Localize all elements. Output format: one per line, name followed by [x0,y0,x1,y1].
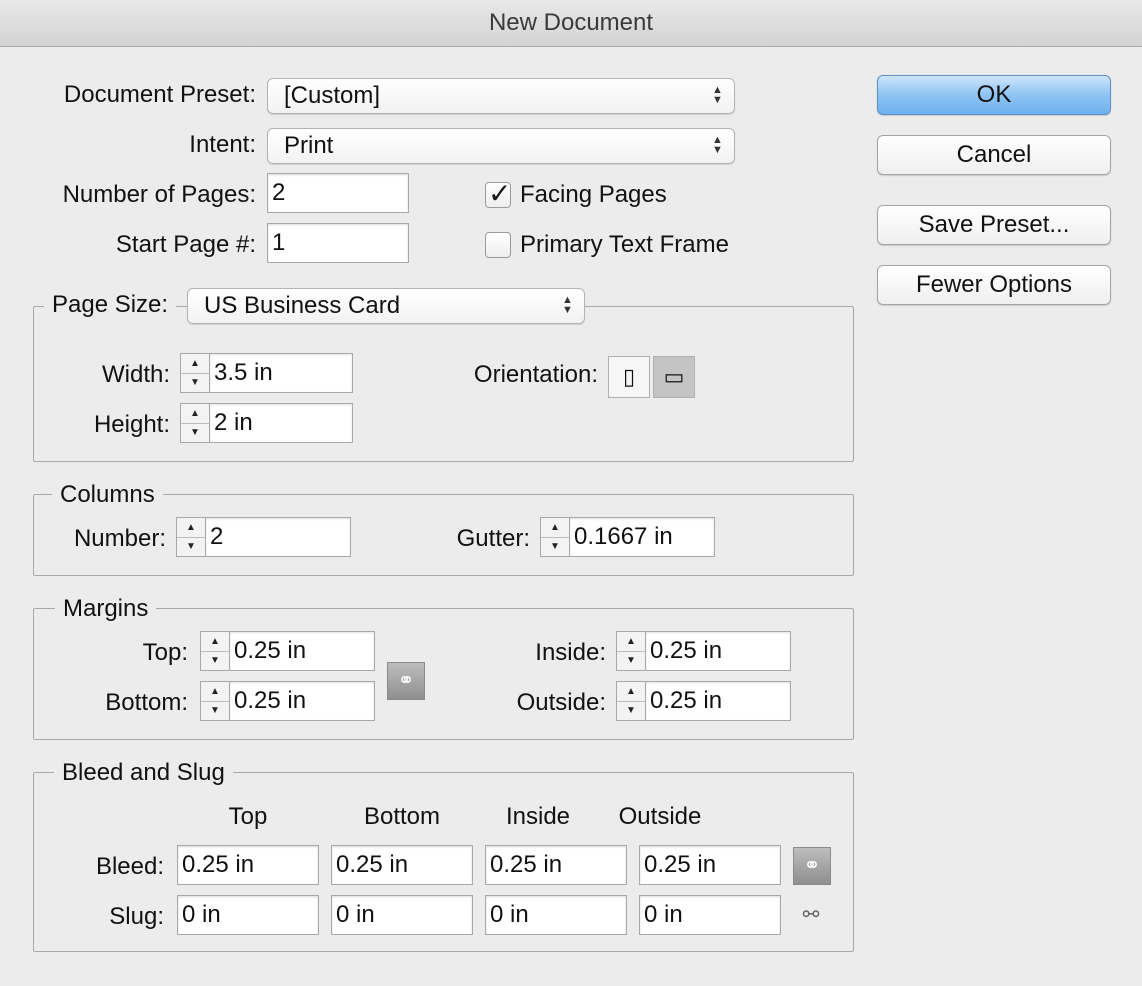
margin-bottom-label: Bottom: [105,689,188,716]
columns-number-field[interactable]: 2 [206,517,351,557]
margin-inside-stepper[interactable]: ▲ ▼ [616,631,646,671]
margins-title: Margins [55,594,157,624]
intent-value: Print [284,132,334,159]
popup-arrows-icon: ▲ ▼ [712,134,723,156]
gutter-label: Gutter: [456,525,530,552]
height-label: Height: [93,411,170,438]
landscape-page-icon: ▭ [663,364,685,389]
stepper-down-icon[interactable]: ▼ [201,701,229,720]
stepper-down-icon[interactable]: ▼ [181,373,209,392]
width-label: Width: [101,361,170,388]
slug-outside-field[interactable]: 0 in [639,895,781,935]
primary-text-frame-label: Primary Text Frame [520,231,729,258]
margin-outside-label: Outside: [516,689,606,716]
page-size-popup[interactable]: US Business Card ▲ ▼ [187,288,585,324]
margin-outside-field[interactable]: 0.25 in [646,681,791,721]
orientation-label: Orientation: [473,361,598,388]
bleed-header-outside: Outside [618,803,702,830]
bleed-label: Bleed: [95,853,164,880]
margin-top-field[interactable]: 0.25 in [230,631,375,671]
facing-pages-checkbox[interactable]: ✓ [485,178,511,209]
document-preset-popup[interactable]: [Custom] ▲ ▼ [267,78,735,114]
number-of-pages-label: Number of Pages: [62,181,256,208]
gutter-stepper[interactable]: ▲ ▼ [540,517,570,557]
primary-text-frame-checkbox[interactable] [485,232,511,258]
margin-inside-label: Inside: [535,639,606,666]
stepper-up-icon[interactable]: ▲ [201,632,229,652]
stepper-down-icon[interactable]: ▼ [201,651,229,670]
stepper-up-icon[interactable]: ▲ [617,682,645,702]
number-of-pages-field[interactable]: 2 [267,173,409,213]
margin-top-label: Top: [142,639,188,666]
bleed-header-bottom: Bottom [363,803,441,830]
landscape-orientation-button[interactable]: ▭ [653,356,695,398]
bleed-chain-link-icon[interactable]: ⚭ [793,847,831,885]
bleed-and-slug-title: Bleed and Slug [54,758,233,788]
page-size-label: Page Size: [44,290,177,320]
bleed-header-top: Top [228,803,268,830]
document-preset-value: [Custom] [284,82,381,109]
popup-arrows-icon: ▲ ▼ [562,294,573,316]
bleed-header-inside: Inside [505,803,571,830]
stepper-down-icon[interactable]: ▼ [617,701,645,720]
start-page-label: Start Page #: [115,231,256,258]
columns-title: Columns [52,480,163,510]
stepper-up-icon[interactable]: ▲ [181,354,209,374]
portrait-page-icon: ▯ [622,364,636,389]
window-title: New Document [0,0,1142,47]
popup-arrows-icon: ▲ ▼ [712,84,723,106]
intent-popup[interactable]: Print ▲ ▼ [267,128,735,164]
bleed-outside-field[interactable]: 0.25 in [639,845,781,885]
margin-bottom-stepper[interactable]: ▲ ▼ [200,681,230,721]
fewer-options-button[interactable]: Fewer Options [877,265,1111,305]
width-stepper[interactable]: ▲ ▼ [180,353,210,393]
width-field[interactable]: 3.5 in [210,353,353,393]
stepper-up-icon[interactable]: ▲ [541,518,569,538]
slug-label: Slug: [109,903,164,930]
slug-top-field[interactable]: 0 in [177,895,319,935]
margins-chain-link-icon[interactable]: ⚭ [387,662,425,700]
slug-inside-field[interactable]: 0 in [485,895,627,935]
cancel-button[interactable]: Cancel [877,135,1111,175]
page-size-value: US Business Card [204,292,401,319]
stepper-down-icon[interactable]: ▼ [177,537,205,556]
margin-outside-stepper[interactable]: ▲ ▼ [616,681,646,721]
slug-broken-chain-icon[interactable]: ⚯ [798,900,824,930]
save-preset-button[interactable]: Save Preset... [877,205,1111,245]
slug-bottom-field[interactable]: 0 in [331,895,473,935]
margin-bottom-field[interactable]: 0.25 in [230,681,375,721]
stepper-up-icon[interactable]: ▲ [617,632,645,652]
facing-pages-label: Facing Pages [520,181,667,208]
ok-button[interactable]: OK [877,75,1111,115]
bleed-inside-field[interactable]: 0.25 in [485,845,627,885]
checkmark-icon: ✓ [488,178,512,209]
stepper-down-icon[interactable]: ▼ [541,537,569,556]
portrait-orientation-button[interactable]: ▯ [608,356,650,398]
document-preset-label: Document Preset: [63,81,256,108]
columns-number-stepper[interactable]: ▲ ▼ [176,517,206,557]
stepper-up-icon[interactable]: ▲ [201,682,229,702]
bleed-top-field[interactable]: 0.25 in [177,845,319,885]
intent-label: Intent: [189,131,256,158]
start-page-field[interactable]: 1 [267,223,409,263]
columns-number-label: Number: [73,525,166,552]
margin-top-stepper[interactable]: ▲ ▼ [200,631,230,671]
height-field[interactable]: 2 in [210,403,353,443]
stepper-up-icon[interactable]: ▲ [177,518,205,538]
gutter-field[interactable]: 0.1667 in [570,517,715,557]
stepper-down-icon[interactable]: ▼ [617,651,645,670]
bleed-bottom-field[interactable]: 0.25 in [331,845,473,885]
stepper-down-icon[interactable]: ▼ [181,423,209,442]
margin-inside-field[interactable]: 0.25 in [646,631,791,671]
stepper-up-icon[interactable]: ▲ [181,404,209,424]
height-stepper[interactable]: ▲ ▼ [180,403,210,443]
